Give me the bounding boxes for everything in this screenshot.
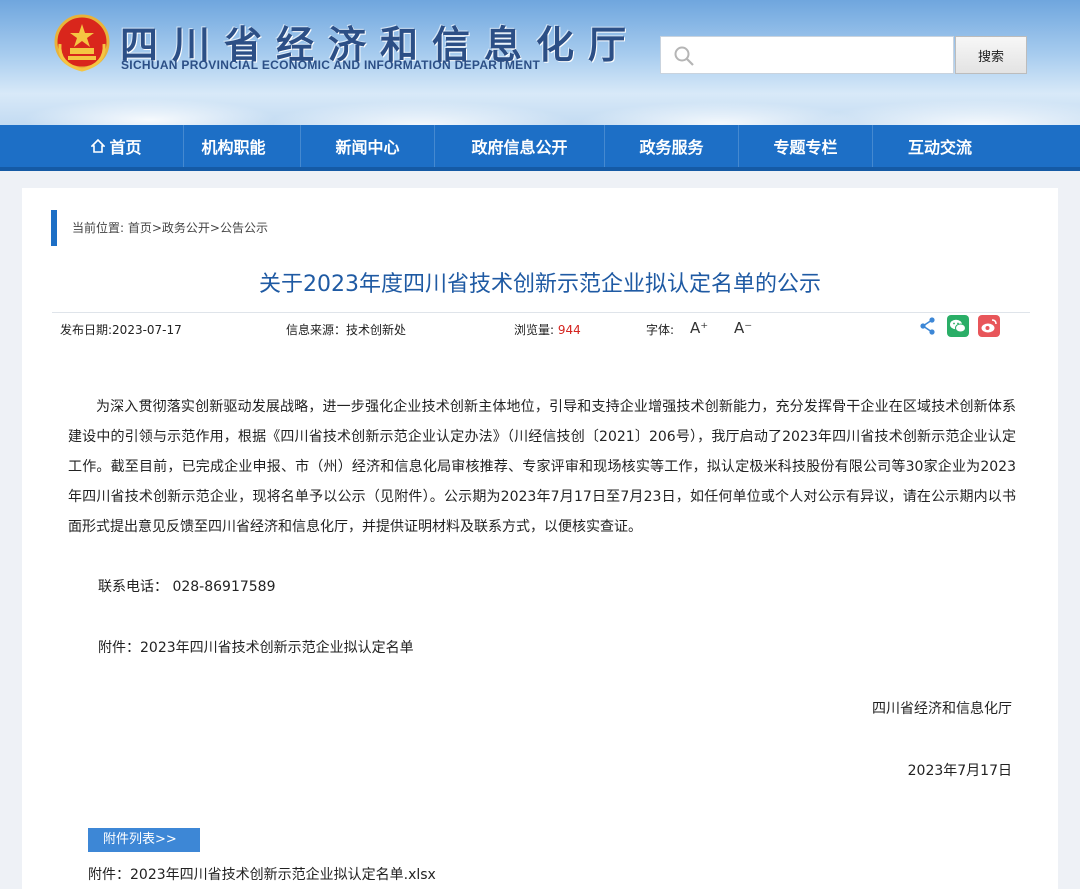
search-button[interactable]: 搜索 — [955, 36, 1027, 74]
nav-item-label: 政府信息公开 — [471, 138, 568, 157]
main-nav: 首页 机构职能 新闻中心 政府信息公开 政务服务 专题专栏 互动交流 — [0, 125, 1080, 171]
site-subtitle: SICHUAN PROVINCIAL ECONOMIC AND INFORMAT… — [121, 58, 541, 72]
breadcrumb-accent-bar — [51, 210, 57, 246]
nav-item-news[interactable]: 新闻中心 — [301, 125, 435, 167]
signature-date: 2023年7月17日 — [907, 763, 1012, 779]
article-card: 当前位置: 首页>政务公开>公告公示 关于2023年度四川省技术创新示范企业拟认… — [22, 188, 1058, 889]
font-smaller-button[interactable]: A⁻ — [734, 319, 752, 337]
header-cloud-background — [0, 65, 1080, 125]
article-meta: 发布日期:2023-07-17 信息来源：技术创新处 浏览量: 944 字体: … — [52, 312, 1030, 342]
attachment-file-link[interactable]: 附件：2023年四川省技术创新示范企业拟认定名单.xlsx — [88, 864, 436, 884]
site-header: 四川省经济和信息化厅 SICHUAN PROVINCIAL ECONOMIC A… — [0, 0, 1080, 125]
breadcrumb[interactable]: 当前位置: 首页>政务公开>公告公示 — [72, 219, 268, 236]
share-icon[interactable] — [917, 315, 939, 337]
article-title: 关于2023年度四川省技术创新示范企业拟认定名单的公示 — [259, 272, 821, 297]
views-number: 944 — [557, 323, 581, 337]
nav-item-label: 专题专栏 — [773, 138, 838, 157]
publish-date: 发布日期:2023-07-17 — [60, 323, 182, 337]
nav-item-label: 互动交流 — [907, 138, 972, 157]
font-size-label: 字体: — [646, 323, 675, 337]
nav-item-gov-info[interactable]: 政府信息公开 — [435, 125, 605, 167]
contact-phone: 联系电话： 028-86917589 — [98, 579, 276, 595]
search-input[interactable] — [699, 37, 949, 73]
nav-item-functions[interactable]: 机构职能 — [167, 125, 301, 167]
signature-org: 四川省经济和信息化厅 — [872, 701, 1012, 717]
article-paragraph: 为深入贯彻落实创新驱动发展战略，进一步强化企业技术创新主体地位，引导和支持企业增… — [68, 399, 1016, 535]
nav-item-home[interactable]: 首页 — [50, 125, 184, 167]
nav-item-label: 新闻中心 — [335, 138, 400, 157]
nav-item-label: 机构职能 — [201, 138, 266, 157]
views-count: 浏览量: 944 — [514, 321, 581, 338]
home-icon — [91, 139, 106, 153]
info-source: 信息来源：技术创新处 — [286, 323, 407, 337]
nav-item-topics[interactable]: 专题专栏 — [739, 125, 873, 167]
attachment-note: 附件：2023年四川省技术创新示范企业拟认定名单 — [98, 640, 414, 656]
views-label: 浏览量: — [514, 323, 555, 337]
weibo-icon[interactable] — [978, 315, 1000, 337]
search-box — [660, 36, 954, 74]
attachment-list-tab[interactable]: 附件列表>> — [88, 828, 200, 852]
font-larger-button[interactable]: A⁺ — [690, 319, 708, 337]
article-body: 为深入贯彻落实创新驱动发展战略，进一步强化企业技术创新主体地位，引导和支持企业增… — [68, 392, 1016, 542]
nav-item-label: 首页 — [109, 138, 142, 157]
wechat-icon[interactable] — [947, 315, 969, 337]
nav-item-label: 政务服务 — [639, 138, 704, 157]
nav-item-interaction[interactable]: 互动交流 — [873, 125, 1007, 167]
nav-item-services[interactable]: 政务服务 — [605, 125, 739, 167]
national-emblem-icon — [54, 14, 110, 72]
search-icon — [674, 46, 694, 66]
